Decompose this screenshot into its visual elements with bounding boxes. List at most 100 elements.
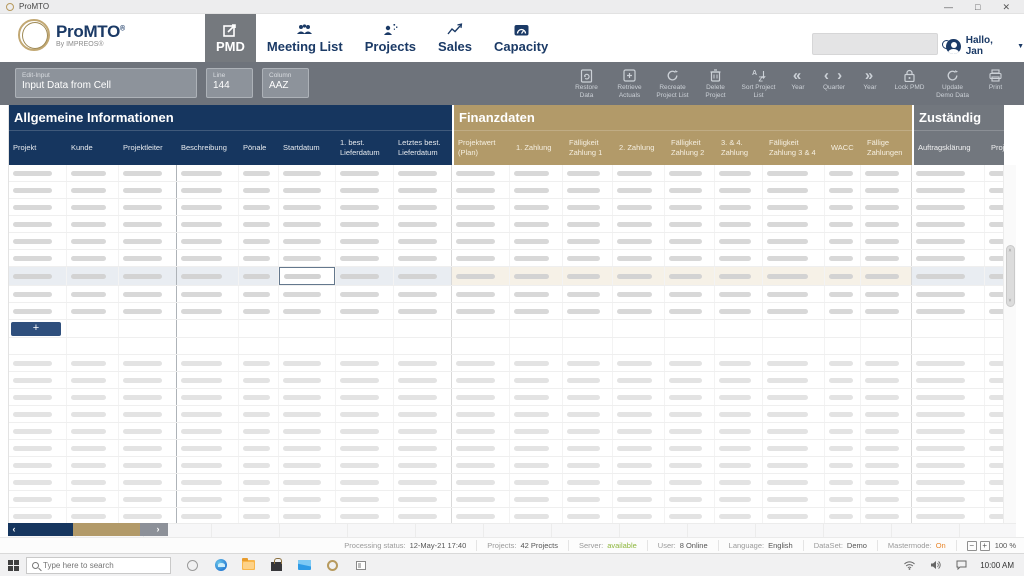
cell-f-lligkeit-zahlung-1[interactable] — [563, 440, 613, 456]
cell-wacc[interactable] — [825, 355, 861, 371]
cell-auftragskl-rung[interactable] — [912, 216, 985, 232]
column-header-projektleiter[interactable]: Projektleiter — [119, 131, 177, 165]
cell-3-4-zahlung[interactable] — [715, 474, 763, 490]
cell-projekts[interactable] — [985, 267, 1004, 285]
column-header-2-zahlung[interactable]: 2. Zahlung — [615, 131, 667, 165]
cell-projekts[interactable] — [985, 423, 1004, 439]
cell-projekt[interactable] — [9, 508, 67, 523]
cell-kunde[interactable] — [67, 233, 119, 249]
cell-p-nale[interactable] — [239, 320, 279, 337]
cell-beschreibung[interactable] — [177, 216, 239, 232]
cell-3-4-zahlung[interactable] — [715, 303, 763, 319]
cell-f-lligkeit-zahlung-1[interactable] — [563, 355, 613, 371]
cell-f-lligkeit-zahlung-1[interactable] — [563, 199, 613, 215]
column-header-projekts[interactable]: Projekts — [987, 131, 1024, 165]
cell-kunde[interactable] — [67, 423, 119, 439]
mail-icon[interactable] — [297, 558, 312, 573]
cell-startdatum[interactable] — [279, 508, 336, 523]
cell-projekts[interactable] — [985, 250, 1004, 266]
cell-beschreibung[interactable] — [177, 440, 239, 456]
cell-1-best-lieferdatum[interactable] — [336, 423, 394, 439]
column-header-projekt[interactable]: Projekt — [9, 131, 67, 165]
cell-projektleiter[interactable] — [119, 372, 177, 388]
cell-projekt[interactable] — [9, 474, 67, 490]
cell-projekts[interactable] — [985, 389, 1004, 405]
cell-f-lligkeit-zahlung-2[interactable] — [665, 303, 715, 319]
cell-startdatum[interactable] — [279, 216, 336, 232]
cell-1-zahlung[interactable] — [510, 267, 563, 285]
cell-2-zahlung[interactable] — [613, 250, 665, 266]
app-window-icon[interactable] — [353, 558, 368, 573]
cell-1-best-lieferdatum[interactable] — [336, 372, 394, 388]
column-header-f-lligkeit-zahlung-2[interactable]: Fälligkeit Zahlung 2 — [667, 131, 717, 165]
cell-wacc[interactable] — [825, 389, 861, 405]
cell-auftragskl-rung[interactable] — [912, 286, 985, 302]
edit-input-field[interactable]: Edit-InputInput Data from Cell — [15, 68, 197, 98]
cell-f-lligkeit-zahlung-2[interactable] — [665, 165, 715, 181]
cell-projekt[interactable] — [9, 406, 67, 422]
cell-1-zahlung[interactable] — [510, 440, 563, 456]
cell-p-nale[interactable] — [239, 423, 279, 439]
cell-p-nale[interactable] — [239, 508, 279, 523]
cell-f-llige-zahlungen[interactable] — [861, 286, 912, 302]
cell-startdatum[interactable] — [279, 389, 336, 405]
cell-1-zahlung[interactable] — [510, 406, 563, 422]
user-menu[interactable]: Hallo, Jan ▼ — [946, 35, 1024, 57]
cell-auftragskl-rung[interactable] — [912, 303, 985, 319]
cell-startdatum[interactable] — [279, 303, 336, 319]
cell-projekts[interactable] — [985, 372, 1004, 388]
cell-f-llige-zahlungen[interactable] — [861, 389, 912, 405]
cell-f-lligkeit-zahlung-2[interactable] — [665, 216, 715, 232]
vertical-scrollbar[interactable]: ˄ ˅ — [1003, 165, 1016, 523]
cell-projektwert-plan[interactable] — [452, 267, 510, 285]
cell-projekts[interactable] — [985, 457, 1004, 473]
cell-f-lligkeit-zahlung-2[interactable] — [665, 389, 715, 405]
cell-projekt[interactable] — [9, 165, 67, 181]
cell-wacc[interactable] — [825, 250, 861, 266]
cell-p-nale[interactable] — [239, 165, 279, 181]
sort-project-list-button[interactable]: AZSort Project List — [740, 66, 777, 101]
cell-projektwert-plan[interactable] — [452, 457, 510, 473]
cell-projekt[interactable] — [9, 355, 67, 371]
cell-f-llige-zahlungen[interactable] — [861, 355, 912, 371]
cell-projekts[interactable] — [985, 199, 1004, 215]
cell-f-lligkeit-zahlung-2[interactable] — [665, 233, 715, 249]
cell-1-best-lieferdatum[interactable] — [336, 474, 394, 490]
column-header-f-lligkeit-zahlung-1[interactable]: Fälligkeit Zahlung 1 — [565, 131, 615, 165]
cell-projekt[interactable] — [9, 199, 67, 215]
cell-3-4-zahlung[interactable] — [715, 199, 763, 215]
cell-1-zahlung[interactable] — [510, 423, 563, 439]
cell-f-llige-zahlungen[interactable] — [861, 372, 912, 388]
h-scroll-segment-1[interactable] — [73, 523, 140, 536]
cell-wacc[interactable] — [825, 338, 861, 354]
cell-f-llige-zahlungen[interactable] — [861, 457, 912, 473]
cell-2-zahlung[interactable] — [613, 508, 665, 523]
cell-f-lligkeit-zahlung-3-4[interactable] — [763, 372, 825, 388]
file-explorer-icon[interactable] — [241, 558, 256, 573]
volume-icon[interactable] — [928, 558, 943, 573]
cell-projektwert-plan[interactable] — [452, 199, 510, 215]
cell-1-best-lieferdatum[interactable] — [336, 457, 394, 473]
cell-projektleiter[interactable] — [119, 389, 177, 405]
cell-3-4-zahlung[interactable] — [715, 233, 763, 249]
cell-2-zahlung[interactable] — [613, 267, 665, 285]
cell-beschreibung[interactable] — [177, 474, 239, 490]
cell-letztes-best-lieferdatum[interactable] — [394, 423, 452, 439]
cell-projektwert-plan[interactable] — [452, 320, 510, 337]
cell-projekt[interactable] — [9, 182, 67, 198]
cell-f-lligkeit-zahlung-2[interactable] — [665, 355, 715, 371]
cell-beschreibung[interactable] — [177, 286, 239, 302]
cell-3-4-zahlung[interactable] — [715, 423, 763, 439]
cell-3-4-zahlung[interactable] — [715, 320, 763, 337]
cell-projekts[interactable] — [985, 406, 1004, 422]
cell-projektwert-plan[interactable] — [452, 423, 510, 439]
cell-2-zahlung[interactable] — [613, 233, 665, 249]
cell-kunde[interactable] — [67, 250, 119, 266]
cell-f-llige-zahlungen[interactable] — [861, 303, 912, 319]
cell-projektwert-plan[interactable] — [452, 286, 510, 302]
cell-1-zahlung[interactable] — [510, 303, 563, 319]
cell-2-zahlung[interactable] — [613, 491, 665, 507]
cell-f-lligkeit-zahlung-1[interactable] — [563, 286, 613, 302]
cell-auftragskl-rung[interactable] — [912, 165, 985, 181]
cell-projektleiter[interactable] — [119, 216, 177, 232]
